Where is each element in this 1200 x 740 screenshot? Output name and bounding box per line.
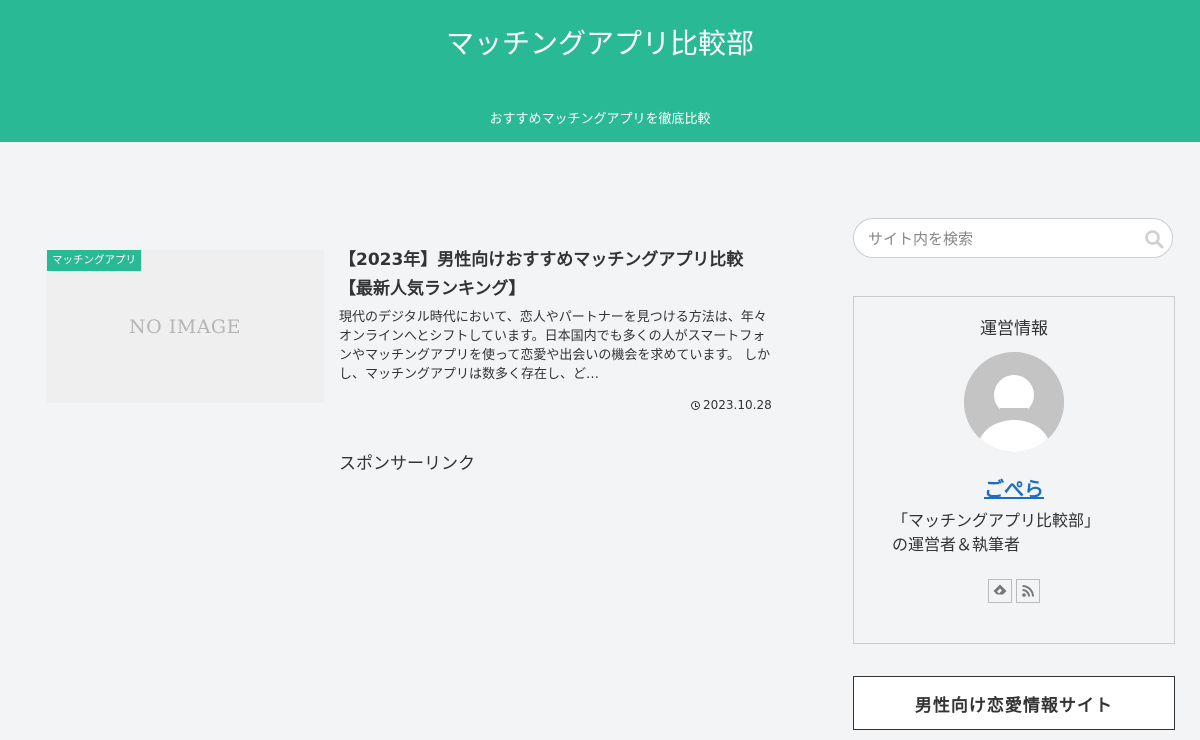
site-tagline: おすすめマッチングアプリを徹底比較 [489, 112, 711, 127]
no-image-placeholder: NO IMAGE [129, 315, 241, 338]
site-title[interactable]: マッチングアプリ比較部 [0, 24, 1200, 64]
article-date-text: 2023.10.28 [703, 398, 772, 412]
search-icon[interactable] [1144, 229, 1164, 249]
search-input[interactable] [866, 219, 1140, 259]
site-header: マッチングアプリ比較部 おすすめマッチングアプリを徹底比較 [0, 0, 1200, 142]
default-avatar-icon [964, 352, 1064, 452]
category-label: マッチングアプリ [47, 250, 141, 271]
article-excerpt: 現代のデジタル時代において、恋人やパートナーを見つける方法は、年々オンラインへと… [339, 310, 771, 382]
profile-heading: 運営情報 [980, 319, 1048, 339]
search-box [853, 218, 1173, 259]
feedly-button[interactable] [988, 579, 1012, 603]
article-title-line1: 【2023年】男性向けおすすめマッチングアプリ比較 [339, 250, 744, 270]
avatar [964, 352, 1064, 452]
clock-icon [691, 401, 700, 410]
article-title[interactable]: 【2023年】男性向けおすすめマッチングアプリ比較 【最新人気ランキング】 [339, 246, 769, 304]
article-card[interactable]: NO IMAGE マッチングアプリ 【2023年】男性向けおすすめマッチングアプ… [46, 250, 772, 420]
article-title-line2: 【最新人気ランキング】 [339, 279, 526, 299]
widget-title: 男性向け恋愛情報サイト [853, 676, 1175, 730]
profile-widget: 運営情報 ごぺら 「マッチングアプリ比較部」 の運営者＆執筆者 [853, 296, 1175, 644]
author-name-link[interactable]: ごぺら [854, 475, 1174, 503]
article-thumbnail[interactable]: NO IMAGE [46, 250, 324, 403]
author-description: 「マッチングアプリ比較部」 の運営者＆執筆者 [892, 509, 1142, 557]
article-date: 2023.10.28 [691, 397, 772, 413]
author-desc-line2: の運営者＆執筆者 [892, 535, 1021, 554]
sponsor-link-label: スポンサーリンク [339, 454, 475, 474]
author-desc-line1: 「マッチングアプリ比較部」 [892, 511, 1101, 530]
rss-button[interactable] [1016, 579, 1040, 603]
feedly-icon [993, 584, 1007, 595]
rss-icon [1022, 585, 1034, 597]
